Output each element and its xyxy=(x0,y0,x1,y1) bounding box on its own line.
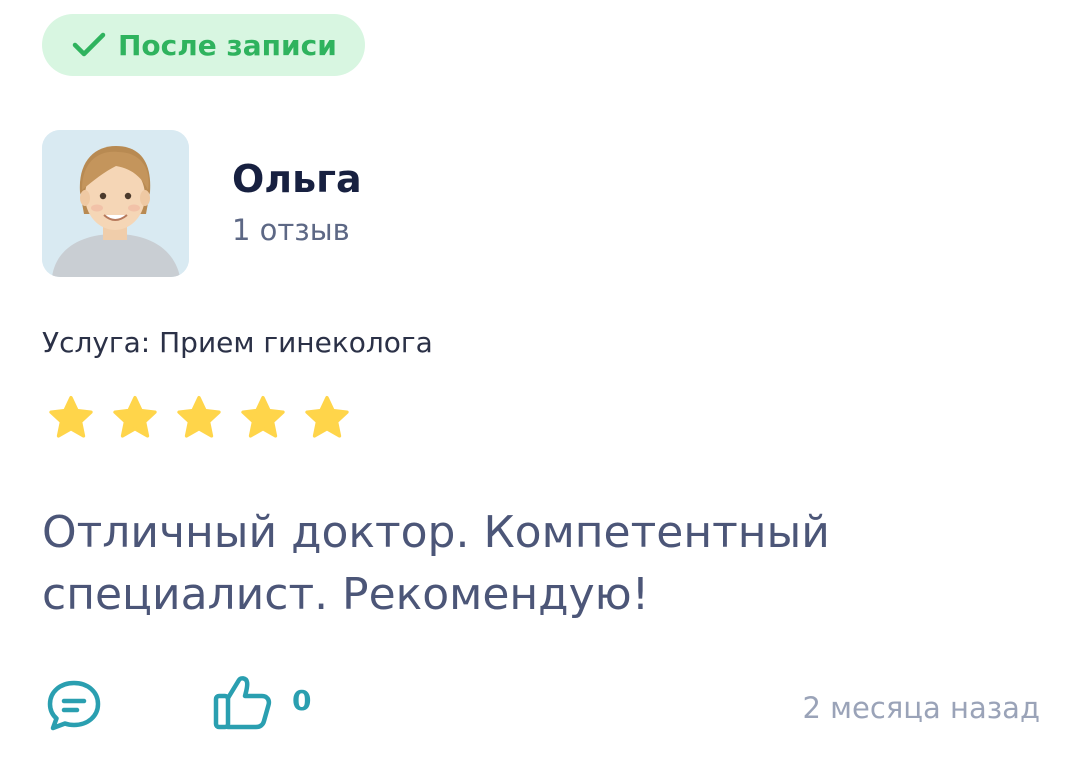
comment-icon xyxy=(46,680,102,736)
checkmark-icon xyxy=(72,31,106,59)
star-icon xyxy=(302,393,352,443)
author-reviews-count[interactable]: 1 отзыв xyxy=(232,212,350,248)
comment-button[interactable] xyxy=(46,678,102,732)
review-date: 2 месяца назад xyxy=(802,691,1040,725)
service-label: Услуга: Прием гинеколога xyxy=(42,326,433,359)
star-icon xyxy=(110,393,160,443)
review-text: Отличный доктор. Компетентный специалист… xyxy=(42,507,830,620)
avatar xyxy=(42,130,189,277)
badge-label: После записи xyxy=(118,28,337,62)
thumbs-up-icon xyxy=(212,676,274,734)
review-card: После записи Ольга 1 отзыв Услуга: Прием… xyxy=(0,0,1080,782)
like-count: 0 xyxy=(292,684,312,717)
star-icon xyxy=(46,393,96,443)
after-appointment-badge: После записи xyxy=(42,14,365,76)
star-icon xyxy=(174,393,224,443)
like-button[interactable] xyxy=(212,674,274,730)
star-rating xyxy=(46,393,352,443)
author-name[interactable]: Ольга xyxy=(232,156,362,202)
star-icon xyxy=(238,393,288,443)
